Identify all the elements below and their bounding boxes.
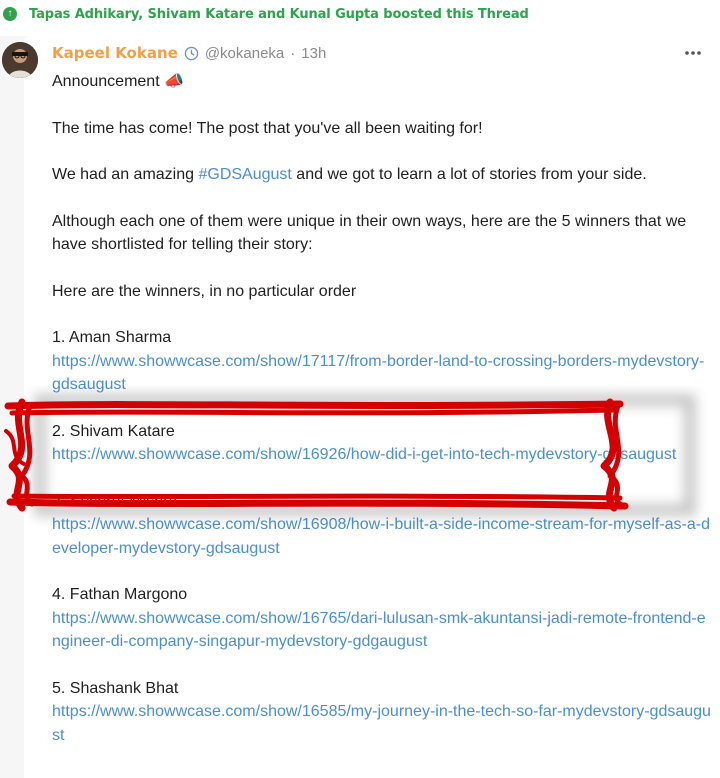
post-content: Announcement 📣 The time has come! The po…	[52, 70, 712, 747]
author-name[interactable]: Kapeel Kokane	[52, 44, 178, 62]
gds-line: We had an amazing #GDSAugust and we got …	[52, 163, 712, 187]
gds-line-post: and we got to learn a lot of stories fro…	[292, 166, 647, 183]
separator-dot: ·	[290, 45, 295, 62]
avatar[interactable]	[2, 42, 38, 78]
more-options-icon[interactable]	[684, 44, 702, 62]
winner-label: 1. Aman Sharma	[52, 326, 712, 350]
winner-label: 2. Shivam Katare	[52, 420, 712, 444]
winner-link[interactable]: https://www.showwcase.com/show/16908/how…	[52, 513, 712, 560]
hashtag-link[interactable]: #GDSAugust	[198, 166, 291, 183]
although-line: Although each one of them were unique in…	[52, 210, 712, 257]
winner-label: 3. Sushrut Mishra	[52, 490, 712, 514]
boost-bar: ↑ Tapas Adhikary, Shivam Katare and Kuna…	[0, 0, 720, 28]
post-time[interactable]: 13h	[301, 45, 326, 62]
boost-arrow-icon: ↑	[3, 7, 17, 21]
author-handle[interactable]: @kokaneka	[205, 45, 284, 62]
winner-link[interactable]: https://www.showwcase.com/show/16926/how…	[52, 443, 712, 467]
gds-line-pre: We had an amazing	[52, 166, 198, 183]
clock-icon	[184, 46, 199, 61]
boost-text[interactable]: Tapas Adhikary, Shivam Katare and Kunal …	[29, 7, 529, 22]
winner-label: 5. Shashank Bhat	[52, 677, 712, 701]
winner-link[interactable]: https://www.showwcase.com/show/17117/fro…	[52, 350, 712, 397]
announcement-line: Announcement 📣	[52, 70, 712, 94]
winner-link[interactable]: https://www.showwcase.com/show/16585/my-…	[52, 700, 712, 747]
winners-intro-line: Here are the winners, in no particular o…	[52, 280, 712, 304]
winner-link[interactable]: https://www.showwcase.com/show/16765/dar…	[52, 607, 712, 654]
intro-line: The time has come! The post that you've …	[52, 117, 712, 141]
winner-label: 4. Fathan Margono	[52, 583, 712, 607]
post-header: Kapeel Kokane @kokaneka · 13h	[52, 42, 326, 64]
